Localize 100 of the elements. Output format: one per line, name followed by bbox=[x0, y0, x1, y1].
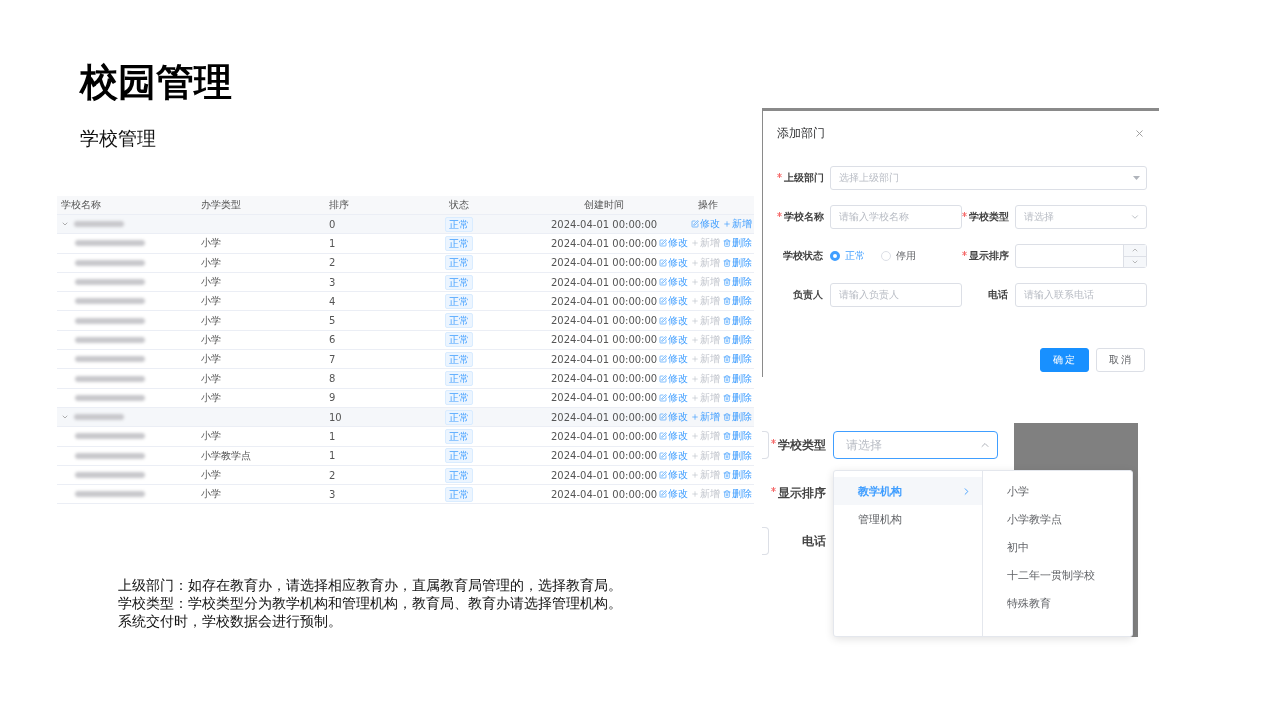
table-cell-text: 小学 bbox=[200, 429, 222, 444]
select-field[interactable]: 请选择 bbox=[1015, 205, 1147, 229]
input-field[interactable] bbox=[762, 527, 769, 555]
trash-icon bbox=[723, 335, 731, 344]
input-field[interactable]: 请输入负责人 bbox=[830, 283, 962, 307]
plus-icon bbox=[691, 278, 699, 287]
action-link[interactable]: 新增 bbox=[723, 217, 752, 232]
plus-icon bbox=[691, 335, 699, 344]
table-cell-text: 小学 bbox=[200, 255, 222, 270]
table-cell-text: 2024-04-01 00:00:00 bbox=[550, 450, 657, 462]
action-link[interactable]: 修改 bbox=[659, 448, 688, 463]
action-link[interactable]: 修改 bbox=[659, 275, 688, 290]
input-field[interactable]: 请输入学校名称 bbox=[830, 205, 962, 229]
action-link[interactable]: 删除 bbox=[723, 275, 752, 290]
action-link[interactable]: 删除 bbox=[723, 410, 752, 425]
edit-icon bbox=[659, 355, 667, 364]
table-cell-text: 小学 bbox=[200, 313, 222, 328]
trash-icon bbox=[723, 413, 731, 422]
radio-button[interactable] bbox=[830, 251, 840, 261]
number-field[interactable] bbox=[1015, 244, 1147, 268]
action-link[interactable]: 删除 bbox=[723, 487, 752, 502]
radio-label[interactable]: 停用 bbox=[896, 249, 916, 263]
table-cell-text: 2024-04-01 00:00:00 bbox=[550, 237, 657, 249]
field-label: 显示排序 bbox=[962, 249, 1015, 263]
table-cell-text: 8 bbox=[328, 373, 337, 384]
action-link[interactable]: 删除 bbox=[723, 332, 752, 347]
required-icon bbox=[771, 486, 776, 492]
table-cell-text: 小学 bbox=[200, 468, 222, 482]
blurred-text bbox=[75, 317, 145, 324]
action-link[interactable]: 修改 bbox=[659, 487, 688, 502]
table-cell-text: 3 bbox=[328, 276, 337, 288]
action-link[interactable]: 修改 bbox=[659, 429, 688, 444]
plus-icon bbox=[691, 471, 699, 479]
action-link[interactable]: 删除 bbox=[723, 390, 752, 405]
edit-icon bbox=[659, 278, 667, 287]
action-link[interactable]: 修改 bbox=[659, 255, 688, 270]
action-link[interactable]: 删除 bbox=[723, 294, 752, 309]
note-text: 系统交付时，学校数据会进行预制。 bbox=[118, 612, 343, 631]
table-cell-text: 2024-04-01 00:00:00 bbox=[550, 373, 657, 384]
column-header: 学校名称 bbox=[60, 198, 102, 212]
action-link[interactable]: 删除 bbox=[723, 236, 752, 251]
trash-icon bbox=[723, 490, 731, 499]
table-cell-text: 小学 bbox=[200, 487, 222, 502]
action-link[interactable]: 修改 bbox=[659, 371, 688, 386]
action-link[interactable]: 删除 bbox=[723, 371, 752, 386]
table-cell-text: 小学 bbox=[200, 236, 222, 251]
action-link[interactable]: 修改 bbox=[659, 294, 688, 309]
action-link[interactable]: 删除 bbox=[723, 448, 752, 463]
plus-icon bbox=[691, 490, 699, 499]
table-cell-text: 2024-04-01 00:00:00 bbox=[550, 353, 657, 365]
dialog-title: 添加部门 bbox=[777, 124, 825, 142]
field-label: 负责人 bbox=[792, 288, 824, 302]
table-cell-text: 0 bbox=[328, 218, 337, 230]
action-link[interactable]: 修改 bbox=[659, 410, 688, 425]
table-cell-text: 4 bbox=[328, 295, 337, 307]
action-link[interactable]: 删除 bbox=[723, 352, 752, 367]
action-link[interactable]: 修改 bbox=[659, 468, 688, 482]
action-link[interactable]: 修改 bbox=[659, 352, 688, 367]
confirm-button[interactable]: 确定 bbox=[1040, 348, 1089, 372]
status-tag: 正常 bbox=[445, 390, 473, 406]
field-label: 电话 bbox=[801, 532, 827, 550]
status-tag: 正常 bbox=[445, 255, 473, 271]
plus-icon bbox=[691, 451, 699, 460]
table-cell-text: 2024-04-01 00:00:00 bbox=[550, 315, 657, 327]
action-link[interactable]: 修改 bbox=[659, 236, 688, 251]
select-field[interactable]: 请选择 bbox=[833, 431, 998, 459]
field-label: 学校名称 bbox=[777, 210, 830, 224]
menu-item[interactable]: 教学机构 bbox=[834, 477, 982, 505]
action-link[interactable]: 修改 bbox=[659, 313, 688, 328]
column-header: 排序 bbox=[328, 198, 350, 212]
close-icon[interactable] bbox=[1134, 127, 1145, 139]
cancel-button[interactable]: 取消 bbox=[1096, 348, 1145, 372]
table-cell-text: 小学 bbox=[200, 390, 222, 405]
table-cell-text: 2024-04-01 00:00:00 bbox=[550, 334, 657, 346]
table-cell-text: 小学 bbox=[200, 371, 222, 386]
action-link[interactable]: 删除 bbox=[723, 313, 752, 328]
plus-icon bbox=[691, 432, 699, 441]
radio-label[interactable]: 正常 bbox=[845, 249, 865, 263]
input-field[interactable]: 请输入联系电话 bbox=[1015, 283, 1147, 307]
edit-icon bbox=[659, 413, 667, 422]
action-link[interactable]: 修改 bbox=[659, 332, 688, 347]
plus-icon bbox=[691, 413, 699, 422]
table-cell-text: 2024-04-01 00:00:00 bbox=[550, 488, 657, 500]
input-field[interactable] bbox=[762, 431, 769, 459]
edit-icon bbox=[659, 335, 667, 344]
action-link[interactable]: 新增 bbox=[691, 410, 720, 425]
slide-subtitle: 学校管理 bbox=[80, 126, 157, 150]
status-tag: 正常 bbox=[445, 486, 473, 502]
note-text: 学校类型：学校类型分为教学机构和管理机构，教育局、教育办请选择管理机构。 bbox=[118, 594, 623, 613]
action-link[interactable]: 删除 bbox=[723, 255, 752, 270]
trash-icon bbox=[723, 393, 731, 402]
status-tag: 正常 bbox=[445, 274, 473, 290]
increment-button[interactable] bbox=[1124, 245, 1146, 256]
table-cell-text: 2024-04-01 00:00:00 bbox=[550, 218, 657, 230]
trash-icon bbox=[723, 239, 731, 248]
action-link[interactable]: 修改 bbox=[691, 217, 720, 232]
action-link[interactable]: 删除 bbox=[723, 468, 752, 482]
edit-icon bbox=[659, 432, 667, 441]
action-link[interactable]: 删除 bbox=[723, 429, 752, 444]
action-link[interactable]: 修改 bbox=[659, 390, 688, 405]
